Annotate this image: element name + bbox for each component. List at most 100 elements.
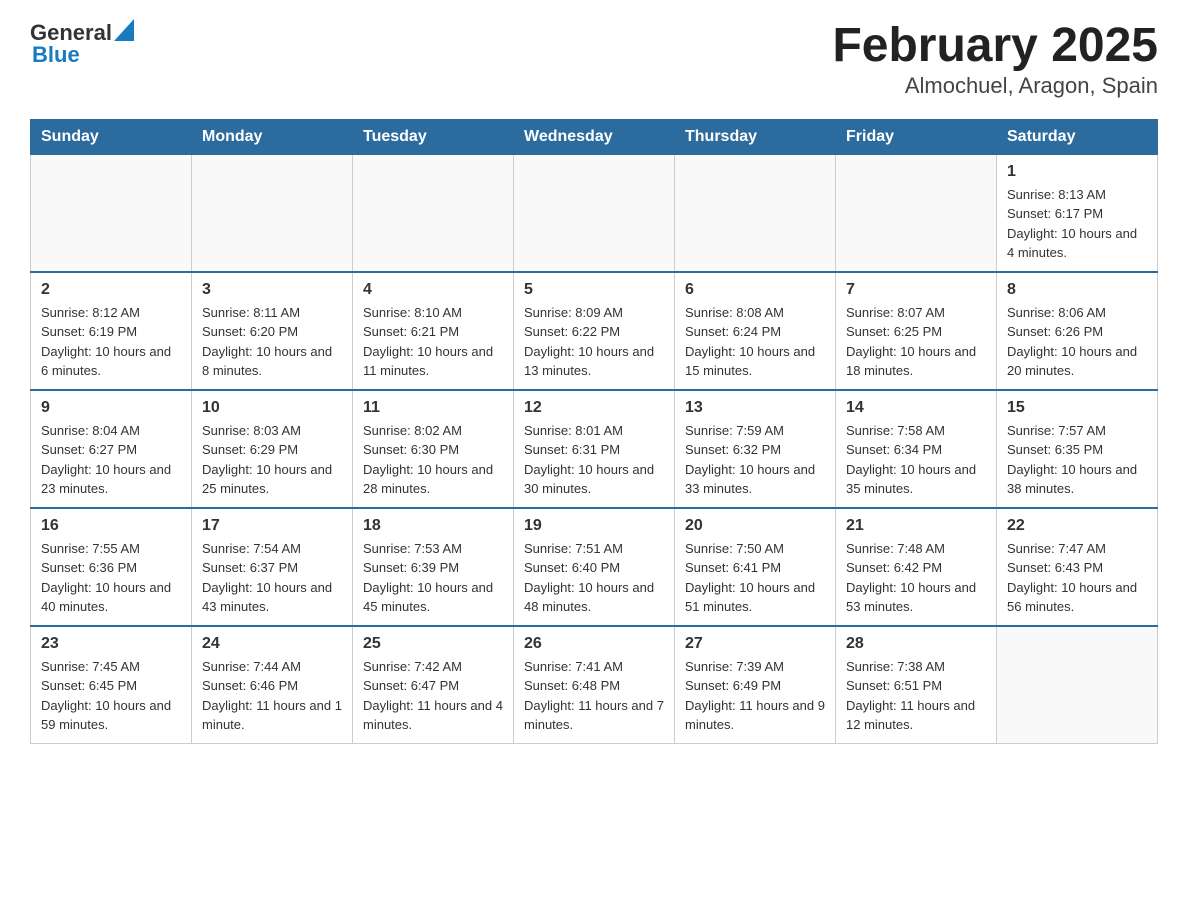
day-info: Sunrise: 7:39 AMSunset: 6:49 PMDaylight:… xyxy=(685,657,825,735)
calendar-day-cell: 10 Sunrise: 8:03 AMSunset: 6:29 PMDayligh… xyxy=(192,390,353,508)
day-number: 17 xyxy=(202,517,342,535)
day-info: Sunrise: 8:10 AMSunset: 6:21 PMDaylight:… xyxy=(363,303,503,381)
calendar-day-cell: 7 Sunrise: 8:07 AMSunset: 6:25 PMDaylight… xyxy=(836,272,997,390)
day-number: 7 xyxy=(846,281,986,299)
day-info: Sunrise: 7:44 AMSunset: 6:46 PMDaylight:… xyxy=(202,657,342,735)
calendar-week-row: 23 Sunrise: 7:45 AMSunset: 6:45 PMDayligh… xyxy=(31,626,1158,744)
calendar-week-row: 2Sunrise: 8:12 AMSunset: 6:19 PMDaylight… xyxy=(31,272,1158,390)
day-number: 15 xyxy=(1007,399,1147,417)
logo: General Blue xyxy=(30,20,134,68)
day-of-week-header: Saturday xyxy=(997,119,1158,154)
calendar-day-cell: 20Sunrise: 7:50 AMSunset: 6:41 PMDayligh… xyxy=(675,508,836,626)
day-number: 14 xyxy=(846,399,986,417)
day-number: 18 xyxy=(363,517,503,535)
day-info: Sunrise: 7:57 AMSunset: 6:35 PMDaylight:… xyxy=(1007,421,1147,499)
day-number: 10 xyxy=(202,399,342,417)
day-info: Sunrise: 7:53 AMSunset: 6:39 PMDaylight:… xyxy=(363,539,503,617)
day-number: 28 xyxy=(846,635,986,653)
calendar-day-cell: 1 Sunrise: 8:13 AMSunset: 6:17 PMDaylight… xyxy=(997,154,1158,272)
day-number: 26 xyxy=(524,635,664,653)
day-info: Sunrise: 7:42 AMSunset: 6:47 PMDaylight:… xyxy=(363,657,503,735)
day-number: 13 xyxy=(685,399,825,417)
calendar-day-cell xyxy=(675,154,836,272)
day-number: 1 xyxy=(1007,163,1147,181)
day-of-week-header: Tuesday xyxy=(353,119,514,154)
calendar-day-cell: 19 Sunrise: 7:51 AMSunset: 6:40 PMDayligh… xyxy=(514,508,675,626)
calendar-day-cell: 17 Sunrise: 7:54 AMSunset: 6:37 PMDayligh… xyxy=(192,508,353,626)
calendar-day-cell xyxy=(31,154,192,272)
day-number: 9 xyxy=(41,399,181,417)
calendar-day-cell: 4 Sunrise: 8:10 AMSunset: 6:21 PMDaylight… xyxy=(353,272,514,390)
day-info: Sunrise: 7:48 AMSunset: 6:42 PMDaylight:… xyxy=(846,539,986,617)
day-info: Sunrise: 7:59 AMSunset: 6:32 PMDaylight:… xyxy=(685,421,825,499)
title-block: February 2025 Almochuel, Aragon, Spain xyxy=(832,20,1158,99)
calendar-day-cell xyxy=(353,154,514,272)
day-number: 23 xyxy=(41,635,181,653)
day-info: Sunrise: 8:03 AMSunset: 6:29 PMDaylight:… xyxy=(202,421,342,499)
calendar-day-cell: 9 Sunrise: 8:04 AMSunset: 6:27 PMDaylight… xyxy=(31,390,192,508)
calendar-table: SundayMondayTuesdayWednesdayThursdayFrid… xyxy=(30,119,1158,744)
calendar-day-cell: 3Sunrise: 8:11 AMSunset: 6:20 PMDaylight… xyxy=(192,272,353,390)
calendar-day-cell: 11 Sunrise: 8:02 AMSunset: 6:30 PMDayligh… xyxy=(353,390,514,508)
calendar-day-cell: 8 Sunrise: 8:06 AMSunset: 6:26 PMDaylight… xyxy=(997,272,1158,390)
day-info: Sunrise: 8:04 AMSunset: 6:27 PMDaylight:… xyxy=(41,421,181,499)
calendar-day-cell: 22Sunrise: 7:47 AMSunset: 6:43 PMDayligh… xyxy=(997,508,1158,626)
day-info: Sunrise: 8:02 AMSunset: 6:30 PMDaylight:… xyxy=(363,421,503,499)
day-info: Sunrise: 7:50 AMSunset: 6:41 PMDaylight:… xyxy=(685,539,825,617)
day-info: Sunrise: 8:07 AMSunset: 6:25 PMDaylight:… xyxy=(846,303,986,381)
day-of-week-header: Wednesday xyxy=(514,119,675,154)
day-number: 16 xyxy=(41,517,181,535)
calendar-day-cell: 12 Sunrise: 8:01 AMSunset: 6:31 PMDayligh… xyxy=(514,390,675,508)
day-info: Sunrise: 8:11 AMSunset: 6:20 PMDaylight:… xyxy=(202,303,342,381)
day-number: 27 xyxy=(685,635,825,653)
day-info: Sunrise: 7:45 AMSunset: 6:45 PMDaylight:… xyxy=(41,657,181,735)
day-number: 8 xyxy=(1007,281,1147,299)
page-header: General Blue February 2025 Almochuel, Ar… xyxy=(30,20,1158,99)
day-number: 25 xyxy=(363,635,503,653)
calendar-day-cell xyxy=(192,154,353,272)
calendar-day-cell: 5 Sunrise: 8:09 AMSunset: 6:22 PMDaylight… xyxy=(514,272,675,390)
calendar-day-cell: 6 Sunrise: 8:08 AMSunset: 6:24 PMDaylight… xyxy=(675,272,836,390)
day-info: Sunrise: 7:51 AMSunset: 6:40 PMDaylight:… xyxy=(524,539,664,617)
day-info: Sunrise: 8:08 AMSunset: 6:24 PMDaylight:… xyxy=(685,303,825,381)
day-number: 24 xyxy=(202,635,342,653)
calendar-day-cell: 18 Sunrise: 7:53 AMSunset: 6:39 PMDayligh… xyxy=(353,508,514,626)
day-info: Sunrise: 8:09 AMSunset: 6:22 PMDaylight:… xyxy=(524,303,664,381)
day-of-week-header: Sunday xyxy=(31,119,192,154)
calendar-day-cell: 28 Sunrise: 7:38 AMSunset: 6:51 PMDayligh… xyxy=(836,626,997,744)
day-number: 5 xyxy=(524,281,664,299)
calendar-day-cell: 23 Sunrise: 7:45 AMSunset: 6:45 PMDayligh… xyxy=(31,626,192,744)
day-number: 21 xyxy=(846,517,986,535)
calendar-day-cell: 13 Sunrise: 7:59 AMSunset: 6:32 PMDayligh… xyxy=(675,390,836,508)
calendar-day-cell: 16 Sunrise: 7:55 AMSunset: 6:36 PMDayligh… xyxy=(31,508,192,626)
calendar-day-cell: 21 Sunrise: 7:48 AMSunset: 6:42 PMDayligh… xyxy=(836,508,997,626)
calendar-title: February 2025 xyxy=(832,20,1158,73)
calendar-week-row: 16 Sunrise: 7:55 AMSunset: 6:36 PMDayligh… xyxy=(31,508,1158,626)
day-number: 19 xyxy=(524,517,664,535)
day-info: Sunrise: 7:58 AMSunset: 6:34 PMDaylight:… xyxy=(846,421,986,499)
day-number: 2 xyxy=(41,281,181,299)
day-number: 11 xyxy=(363,399,503,417)
calendar-day-cell: 14 Sunrise: 7:58 AMSunset: 6:34 PMDayligh… xyxy=(836,390,997,508)
day-info: Sunrise: 8:06 AMSunset: 6:26 PMDaylight:… xyxy=(1007,303,1147,381)
day-number: 22 xyxy=(1007,517,1147,535)
logo-blue-text: Blue xyxy=(32,42,80,68)
day-number: 12 xyxy=(524,399,664,417)
day-info: Sunrise: 7:41 AMSunset: 6:48 PMDaylight:… xyxy=(524,657,664,735)
calendar-subtitle: Almochuel, Aragon, Spain xyxy=(832,73,1158,99)
calendar-header-row: SundayMondayTuesdayWednesdayThursdayFrid… xyxy=(31,119,1158,154)
calendar-week-row: 9 Sunrise: 8:04 AMSunset: 6:27 PMDaylight… xyxy=(31,390,1158,508)
calendar-day-cell: 27 Sunrise: 7:39 AMSunset: 6:49 PMDayligh… xyxy=(675,626,836,744)
day-info: Sunrise: 8:01 AMSunset: 6:31 PMDaylight:… xyxy=(524,421,664,499)
day-info: Sunrise: 7:55 AMSunset: 6:36 PMDaylight:… xyxy=(41,539,181,617)
day-info: Sunrise: 7:54 AMSunset: 6:37 PMDaylight:… xyxy=(202,539,342,617)
calendar-day-cell xyxy=(836,154,997,272)
calendar-day-cell: 26 Sunrise: 7:41 AMSunset: 6:48 PMDayligh… xyxy=(514,626,675,744)
day-number: 6 xyxy=(685,281,825,299)
day-number: 4 xyxy=(363,281,503,299)
calendar-day-cell xyxy=(514,154,675,272)
day-of-week-header: Monday xyxy=(192,119,353,154)
day-info: Sunrise: 7:38 AMSunset: 6:51 PMDaylight:… xyxy=(846,657,986,735)
day-info: Sunrise: 8:13 AMSunset: 6:17 PMDaylight:… xyxy=(1007,185,1147,263)
calendar-day-cell xyxy=(997,626,1158,744)
